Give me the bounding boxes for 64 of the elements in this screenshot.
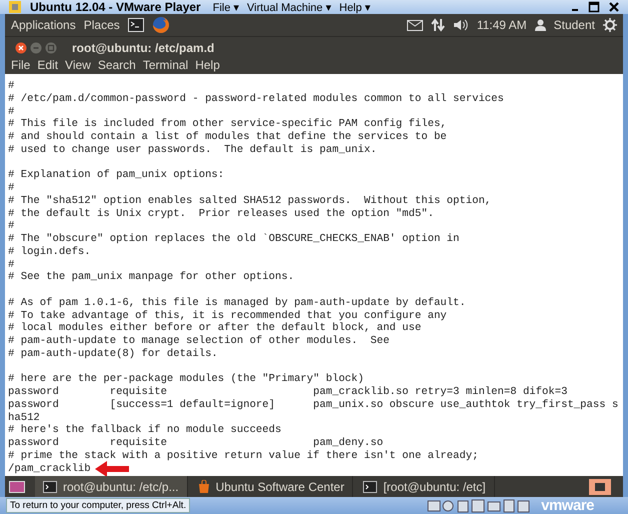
- terminal-line: # the default is Unix crypt. Prior releases used the option "md5".: [8, 208, 434, 220]
- terminal-line: # The "sha512" option enables salted SHA512 passwords. Without this option,: [8, 194, 492, 208]
- pointer-arrow: [94, 460, 129, 476]
- desktop-icon[interactable]: [9, 480, 25, 492]
- menu-item[interactable]: File ▾: [212, 0, 240, 14]
- user-icon[interactable]: [534, 19, 546, 31]
- terminal-line: # pam-auth-update to manage selection of other modules. See: [8, 335, 390, 348]
- menu-item[interactable]: Terminal: [142, 58, 188, 72]
- menu-item[interactable]: File: [11, 58, 30, 72]
- terminal-icon[interactable]: [128, 18, 144, 32]
- volume-icon[interactable]: [452, 18, 469, 32]
- user-name[interactable]: Student: [554, 18, 595, 32]
- terminal-line: # pam-auth-update(8) for details.: [8, 348, 218, 360]
- status-hint: To return to your computer, press Ctrl+Alt.: [6, 498, 190, 513]
- panel-menu[interactable]: Places: [84, 18, 120, 32]
- vmware-logo: vmware: [541, 497, 594, 514]
- terminal-title: root@ubuntu: /etc/pam.d: [72, 40, 214, 54]
- clock[interactable]: 11:49 AM: [476, 18, 527, 32]
- menu-item[interactable]: Search: [98, 58, 136, 72]
- terminal-line: # To take advantage of this, it is recommended that you configure any: [8, 310, 447, 322]
- terminal-line: # here are the per-package modules (the "Primary" block): [8, 373, 364, 386]
- panel-menu[interactable]: Applications: [11, 18, 76, 32]
- terminal-line: # Explanation of pam_unix options:: [8, 169, 224, 182]
- logo-icon: [8, 0, 22, 14]
- menu-item[interactable]: Edit: [37, 58, 58, 72]
- terminal-line: ha512: [8, 412, 40, 424]
- taskbar-button[interactable]: root@ubuntu: /etc/p...: [35, 476, 188, 497]
- terminal-line: password requisite pam_deny.so: [8, 437, 384, 450]
- bag-icon: [198, 480, 210, 493]
- close-icon[interactable]: [608, 1, 620, 13]
- mail-icon[interactable]: [406, 20, 423, 30]
- terminal-icon: [43, 480, 57, 492]
- terminal-line: # prime the stack with a positive return value if there isn't one already;: [8, 450, 478, 462]
- settings-icon[interactable]: [603, 18, 617, 32]
- device-icons-drawing[interactable]: [427, 498, 532, 514]
- terminal-line: password requisite pam_cracklib.so retry=3 minlen=8 difok=3: [8, 386, 568, 399]
- network-icon[interactable]: [430, 18, 445, 32]
- menu-item[interactable]: Help ▾: [339, 0, 370, 14]
- window-title: Ubuntu 12.04 - VMware Player: [30, 0, 201, 14]
- terminal-icon: [363, 480, 378, 492]
- terminal-line: #: [8, 80, 14, 93]
- terminal-line: #: [8, 220, 14, 233]
- terminal-line: # See the pam_unix manpage for other options.: [8, 271, 294, 284]
- menu-item[interactable]: Help: [195, 58, 220, 72]
- terminal-line: # This file is included from other service-specific PAM config files,: [8, 118, 447, 131]
- browser-icon[interactable]: [152, 16, 170, 34]
- close-icon[interactable]: [15, 42, 27, 54]
- terminal-line: password [success=1 default=ignore] pam_unix.so obscure use_authtok try_first_pass s: [8, 398, 618, 412]
- terminal-line: # and should contain a list of modules that define the services to be: [8, 131, 447, 144]
- terminal-area[interactable]: [5, 74, 623, 476]
- terminal-line: # /etc/pam.d/common-password - password-related modules common to all services: [8, 92, 504, 106]
- terminal-line: # here's the fallback if no module succeeds: [8, 424, 282, 437]
- terminal-line: /pam_cracklib: [8, 462, 91, 476]
- terminal-line: #: [8, 258, 14, 272]
- terminal-line: # login.defs.: [8, 246, 91, 258]
- terminal-line: # local modules either before or after the default block, and use: [8, 322, 422, 335]
- menu-item[interactable]: Virtual Machine ▾: [247, 0, 332, 14]
- terminal-line: #: [8, 106, 14, 118]
- maximize-icon[interactable]: [588, 1, 600, 13]
- terminal-line: #: [8, 182, 14, 195]
- terminal-line: # As of pam 1.0.1-6, this file is managed by pam-auth-update by default.: [8, 296, 466, 310]
- terminal-line: # The "obscure" option replaces the old `OBSCURE_CHECKS_ENAB' option in: [8, 233, 460, 246]
- terminal-line: # used to change user passwords. The default is pam_unix.: [8, 144, 377, 156]
- menu-item[interactable]: View: [65, 58, 91, 72]
